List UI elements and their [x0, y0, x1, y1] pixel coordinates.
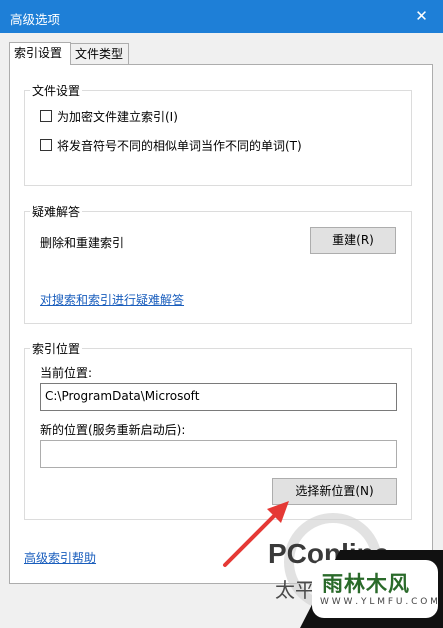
close-button[interactable]: ✕ [400, 0, 443, 33]
diacritics-label: 将发音符号不同的相似单词当作不同的单词(T) [57, 139, 302, 153]
rebuild-button[interactable]: 重建(R) [310, 227, 396, 254]
window-title: 高级选项 [10, 12, 61, 27]
index-location-title: 索引位置 [30, 340, 83, 357]
current-location-field[interactable]: C:\ProgramData\Microsoft [40, 383, 397, 411]
file-settings-title: 文件设置 [30, 82, 83, 99]
advanced-help-link[interactable]: 高级索引帮助 [24, 549, 96, 566]
close-icon: ✕ [415, 7, 428, 25]
ylmfu-watermark-url: W W W . Y L M F U . C O M [320, 597, 438, 607]
diacritics-checkbox[interactable] [40, 139, 52, 151]
title-bar: 高级选项 ✕ [0, 0, 443, 33]
troubleshoot-title: 疑难解答 [30, 203, 83, 220]
ylmfu-watermark-title: 雨林木风 [322, 572, 410, 596]
tab-index-settings[interactable]: 索引设置 [9, 42, 71, 65]
troubleshoot-link[interactable]: 对搜索和索引进行疑难解答 [40, 291, 184, 308]
tab-file-types[interactable]: 文件类型 [71, 43, 129, 64]
new-location-label: 新的位置(服务重新启动后): [40, 423, 186, 437]
current-location-label: 当前位置: [40, 366, 93, 380]
rebuild-text: 删除和重建索引 [40, 236, 125, 250]
encrypt-files-checkbox[interactable] [40, 110, 52, 122]
encrypt-files-label: 为加密文件建立索引(I) [57, 110, 178, 124]
new-location-field[interactable] [40, 440, 397, 468]
